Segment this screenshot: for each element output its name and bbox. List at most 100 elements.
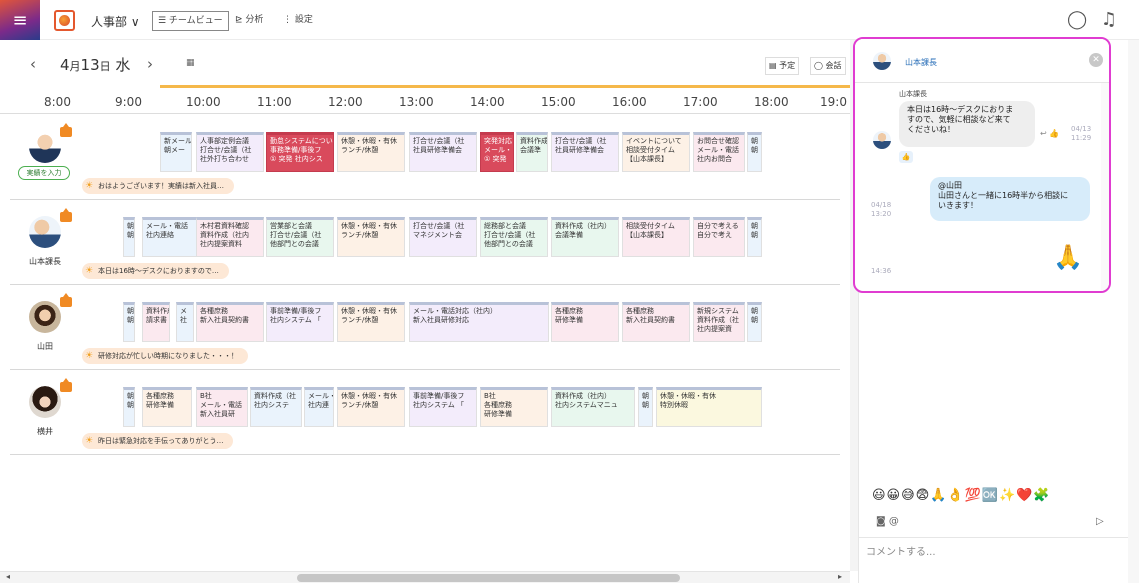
- chat-header-name[interactable]: 山本課長: [905, 57, 937, 68]
- horizontal-scrollbar[interactable]: ◂ ▸: [0, 571, 850, 583]
- date-month-unit: 月: [69, 60, 81, 73]
- calendar-icon[interactable]: ▦: [186, 58, 195, 68]
- schedule-event[interactable]: 朝 朝: [747, 217, 762, 257]
- reply-timestamp: 04/18 13:20: [871, 201, 892, 218]
- next-day-button[interactable]: ›: [147, 55, 153, 73]
- status-memo[interactable]: 本日は16時～デスクにおりますので…: [82, 263, 229, 279]
- schedule-event[interactable]: 休憩・休暇・有休 ランチ/休憩: [337, 302, 405, 342]
- schedule-event[interactable]: 朝 朝: [638, 387, 653, 427]
- hour-label: 14:00: [470, 95, 505, 109]
- app-logo-icon: [54, 10, 75, 31]
- schedule-event[interactable]: 新規システム 資料作成（社 社内提案資: [693, 302, 745, 342]
- scroll-left-icon[interactable]: ◂: [6, 572, 10, 581]
- avatar[interactable]: [29, 216, 61, 248]
- schedule-event[interactable]: B社 メール・電話 新入社員研: [196, 387, 248, 427]
- hour-label: 15:00: [541, 95, 576, 109]
- schedule-event[interactable]: 打合せ/会議（社 マネジメント会: [409, 217, 477, 257]
- department-selector[interactable]: 人事部 ∨: [91, 13, 140, 30]
- date-day-unit: 日: [99, 60, 111, 73]
- send-icon[interactable]: ▷: [1096, 516, 1104, 527]
- schedule-event[interactable]: メール・電話 社内連絡: [142, 217, 198, 257]
- tab-settings[interactable]: ⋮ 設定: [278, 11, 318, 31]
- schedule-event[interactable]: 朝 朝: [123, 302, 135, 342]
- tab-team-view[interactable]: ☰ チームビュー: [152, 11, 229, 31]
- notification-badge-icon: [60, 378, 72, 392]
- row-divider: [10, 454, 840, 455]
- status-memo[interactable]: おはようございます！実績は新入社員…: [82, 178, 234, 194]
- schedule-event[interactable]: 自分で考える 自分で考え: [693, 217, 745, 257]
- hour-label: 18:00: [754, 95, 789, 109]
- status-memo[interactable]: 研修対応が忙しい時期になりました・・・！: [82, 348, 248, 364]
- schedule-event[interactable]: 朝 朝: [747, 132, 762, 172]
- schedule-event[interactable]: 各種庶務 研修準備: [551, 302, 619, 342]
- schedule-event[interactable]: メール・ 社内連: [304, 387, 334, 427]
- chat-thread: 山本課長 ✕ 山本課長 本日は16時～デスクにおりま すので、気軽に相談など来て…: [853, 37, 1111, 293]
- schedule-event[interactable]: 休憩・休暇・有休 特別休暇: [656, 387, 762, 427]
- schedule-event[interactable]: 勤怠システムについ 事務準備/事後フ ① 突発 社内シス: [266, 132, 334, 172]
- avatar[interactable]: [29, 301, 61, 333]
- schedule-event[interactable]: メール・電話対応（社内） 新入社員研修対応: [409, 302, 549, 342]
- schedule-event[interactable]: 資料作成（社内） 社内システムマニュ: [551, 387, 635, 427]
- schedule-event[interactable]: 朝 朝: [123, 217, 135, 257]
- date-day: 13: [80, 56, 100, 74]
- schedule-event[interactable]: お問合せ確認 メール・電話 社内お問合: [693, 132, 745, 172]
- schedule-event[interactable]: メ 社: [176, 302, 194, 342]
- schedule-event[interactable]: 朝 朝: [123, 387, 135, 427]
- avatar[interactable]: [29, 386, 61, 418]
- chat-bubble-icon[interactable]: ◯: [1067, 10, 1087, 30]
- scroll-right-icon[interactable]: ▸: [838, 572, 842, 581]
- row-divider: [10, 369, 840, 370]
- comment-input[interactable]: コメントする...: [858, 537, 1128, 567]
- scroll-thumb[interactable]: [297, 574, 680, 582]
- avatar[interactable]: [29, 131, 61, 163]
- schedule-event[interactable]: 資料作成 会議準: [516, 132, 548, 172]
- schedule-event[interactable]: 突発対応 メール・ ① 突発: [480, 132, 514, 172]
- schedule-view-button[interactable]: ▤ 予定: [765, 57, 800, 75]
- bell-icon[interactable]: ♫: [1099, 10, 1119, 30]
- attach-mention-icons[interactable]: ◙ @: [876, 516, 899, 527]
- message-avatar: [873, 131, 891, 149]
- reaction-badge[interactable]: 👍: [899, 151, 913, 163]
- schedule-event[interactable]: 休憩・休暇・有休 ランチ/休憩: [337, 132, 405, 172]
- person-name: 山本課長: [29, 257, 61, 266]
- schedule-event[interactable]: 資料作成（社 社内システ: [250, 387, 302, 427]
- status-memo[interactable]: 昨日は緊急対応を手伝ってありがとう…: [82, 433, 234, 449]
- app-root: ≡ 人事部 ∨ ☰ チームビュー ⊵ 分析 ⋮ 設定 ◯ ♫ ‹ 4月13日 水…: [0, 0, 1139, 583]
- hour-label: 13:00: [399, 95, 434, 109]
- schedule-event[interactable]: イベントについて 相談受付タイム 【山本課長】: [622, 132, 690, 172]
- schedule-event[interactable]: 総務部と会議 打合せ/会議（社 他部門との会議: [480, 217, 548, 257]
- schedule-event[interactable]: 打合せ/会議（社 社員研修準備会: [551, 132, 619, 172]
- top-icons: ◯ ♫: [1067, 10, 1119, 30]
- prev-day-button[interactable]: ‹: [30, 55, 36, 73]
- chat-scrollbar[interactable]: [1101, 83, 1109, 291]
- schedule-event[interactable]: 営業部と会議 打合せ/会議（社 他部門との会議: [266, 217, 334, 257]
- schedule-event[interactable]: 休憩・休暇・有休 ランチ/休憩: [337, 387, 405, 427]
- schedule-event[interactable]: 新メール 朝メー: [160, 132, 192, 172]
- hour-label: 16:00: [612, 95, 647, 109]
- schedule-event[interactable]: 人事部定例会議 打合せ/会議（社 社外打ち合わせ: [196, 132, 264, 172]
- chat-view-button[interactable]: ◯ 会話: [810, 57, 846, 75]
- schedule-event[interactable]: 朝 朝: [747, 302, 762, 342]
- schedule-event[interactable]: 資料作成（社内） 会議準備: [551, 217, 619, 257]
- schedule-event[interactable]: B社 各種庶務 研修準備: [480, 387, 548, 427]
- schedule-event[interactable]: 相談受付タイム 【山本課長】: [622, 217, 690, 257]
- schedule-event[interactable]: 木村君資料確認 資料作成（社内 社内提案資料: [196, 217, 264, 257]
- schedule-event[interactable]: 休憩・休暇・有休 ランチ/休憩: [337, 217, 405, 257]
- message-timestamp: 04/13 11:29: [1071, 125, 1092, 142]
- notification-badge-icon: [60, 208, 72, 222]
- emoji-picker[interactable]: 😃😀😅😨🙏👌💯🆗✨❤️🧩: [872, 488, 1051, 503]
- tab-analysis[interactable]: ⊵ 分析: [230, 11, 268, 31]
- reply-like-icons[interactable]: ↩ 👍: [1040, 129, 1059, 138]
- schedule-event[interactable]: 各種庶務 研修準備: [142, 387, 192, 427]
- schedule-event[interactable]: 資料作成 請求書: [142, 302, 170, 342]
- praying-hands-emoji: 🙏: [1053, 243, 1083, 271]
- enter-results-button[interactable]: 実績を入力: [18, 166, 70, 180]
- schedule-event[interactable]: 打合せ/会議（社 社員研修準備会: [409, 132, 477, 172]
- schedule-event[interactable]: 各種庶務 新入社員契約書: [196, 302, 264, 342]
- menu-icon[interactable]: ≡: [0, 0, 40, 40]
- schedule-event[interactable]: 事前準備/事後フ 社内システム 「: [409, 387, 477, 427]
- schedule-event[interactable]: 事前準備/事後フ 社内システム 「: [266, 302, 334, 342]
- schedule-event[interactable]: 各種庶務 新入社員契約書: [622, 302, 690, 342]
- close-icon[interactable]: ✕: [1089, 53, 1103, 67]
- page-vertical-scrollbar[interactable]: [1128, 40, 1139, 583]
